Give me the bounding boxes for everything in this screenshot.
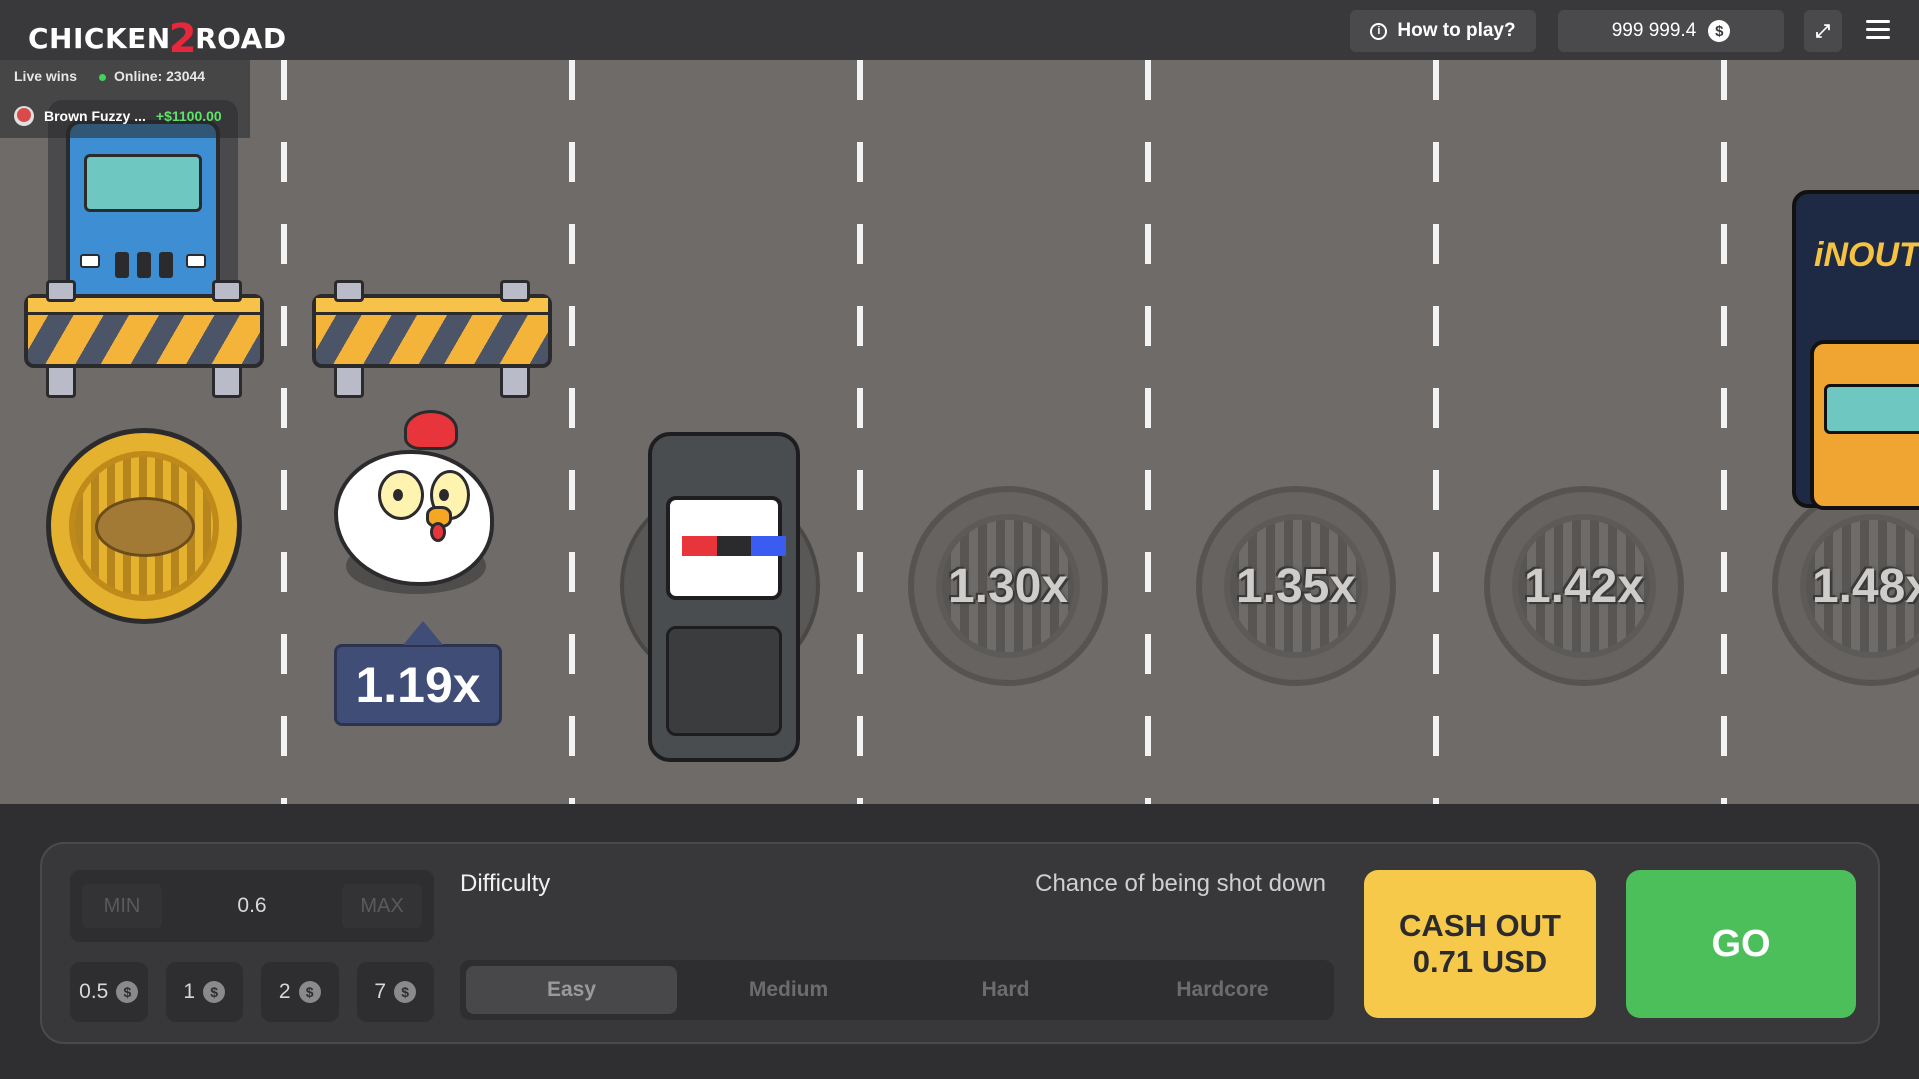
road-barrier: [312, 280, 552, 400]
current-multiplier-tag: 1.19x: [334, 621, 502, 726]
lane-divider: [569, 60, 575, 804]
info-icon: i: [1370, 22, 1388, 40]
lane-divider: [1721, 60, 1727, 804]
min-bet-button[interactable]: MIN: [82, 884, 162, 928]
quick-bet-chip[interactable]: 2 $: [261, 962, 339, 1022]
go-button[interactable]: GO: [1626, 870, 1856, 1018]
dollar-coin-icon: $: [116, 981, 139, 1003]
lane-manhole[interactable]: 1.30x: [908, 486, 1108, 686]
lane-manhole[interactable]: 1.42x: [1484, 486, 1684, 686]
win-amount: +$1100.00: [155, 108, 222, 124]
game-road: Live wins Online: 23044 Brown Fuzzy ... …: [0, 60, 1919, 804]
lane-divider: [1433, 60, 1439, 804]
roast-chicken-icon: [95, 497, 195, 557]
lane-manhole[interactable]: 1.48x: [1772, 486, 1919, 686]
game-logo: CHICKEN2ROAD: [28, 16, 287, 62]
dollar-coin-icon: $: [1708, 20, 1731, 42]
lane-divider: [281, 60, 287, 804]
dollar-coin-icon: $: [394, 981, 417, 1003]
live-win-entry: Brown Fuzzy ... +$1100.00: [14, 106, 222, 126]
expand-icon: ⤢: [1815, 20, 1831, 41]
cash-out-amount: 0.71 USD: [1412, 944, 1548, 979]
road-barrier: [24, 280, 264, 400]
max-bet-button[interactable]: MAX: [342, 884, 422, 928]
chicken-player: [326, 410, 506, 600]
avatar: [14, 106, 34, 126]
cash-out-button[interactable]: CASH OUT 0.71 USD: [1364, 870, 1596, 1018]
quick-bet-chip[interactable]: 0.5 $: [70, 962, 148, 1022]
police-car: [620, 432, 820, 762]
quick-bet-chip[interactable]: 1 $: [165, 962, 243, 1022]
lane-multiplier: 1.30x: [947, 559, 1069, 613]
live-wins-label: Live wins: [14, 68, 78, 84]
difficulty-tab-medium[interactable]: Medium: [683, 966, 894, 1014]
delivery-truck: iNOUT: [1792, 190, 1919, 510]
cash-out-label: CASH OUT: [1399, 908, 1561, 944]
winner-name: Brown Fuzzy ...: [44, 108, 146, 124]
chance-label: Chance of being shot down: [1035, 870, 1326, 897]
lane-multiplier: 1.42x: [1523, 559, 1645, 613]
balance-value: 999 999.4: [1611, 20, 1697, 41]
difficulty-tab-hardcore[interactable]: Hardcore: [1117, 966, 1328, 1014]
difficulty-label: Difficulty: [460, 870, 551, 897]
balance-display: 999 999.4 $: [1558, 10, 1784, 52]
start-coin-roast-chicken: [46, 428, 242, 624]
how-to-play-label: How to play?: [1397, 20, 1516, 41]
lane-divider: [1145, 60, 1151, 804]
quick-bet-chip[interactable]: 7 $: [356, 962, 434, 1022]
bet-amount-field[interactable]: MIN 0.6 MAX: [70, 870, 434, 942]
difficulty-tab-easy[interactable]: Easy: [466, 966, 677, 1014]
lane-multiplier: 1.48x: [1811, 559, 1919, 613]
online-dot-icon: [99, 74, 107, 81]
lane-divider: [857, 60, 863, 804]
truck-brand-logo: iNOUT: [1814, 236, 1919, 274]
how-to-play-button[interactable]: i How to play?: [1350, 10, 1536, 52]
live-wins-panel: Live wins Online: 23044 Brown Fuzzy ... …: [0, 60, 250, 138]
dollar-coin-icon: $: [203, 981, 226, 1003]
difficulty-selector: Easy Medium Hard Hardcore: [460, 960, 1334, 1020]
bet-control-panel: MIN 0.6 MAX 0.5 $ 1 $ 2 $ 7 $ Difficulty Cha…: [40, 842, 1880, 1044]
online-count: Online: 23044: [99, 68, 205, 84]
lane-multiplier: 1.35x: [1235, 559, 1357, 613]
quick-bet-chips: 0.5 $ 1 $ 2 $ 7 $: [70, 962, 434, 1022]
hamburger-menu-icon[interactable]: [1866, 20, 1890, 40]
difficulty-tab-hard[interactable]: Hard: [900, 966, 1111, 1014]
fullscreen-button[interactable]: ⤢: [1804, 10, 1842, 52]
top-bar: CHICKEN2ROAD i How to play? 999 999.4 $ …: [0, 0, 1919, 62]
dollar-coin-icon: $: [298, 981, 321, 1003]
lane-manhole[interactable]: 1.35x: [1196, 486, 1396, 686]
